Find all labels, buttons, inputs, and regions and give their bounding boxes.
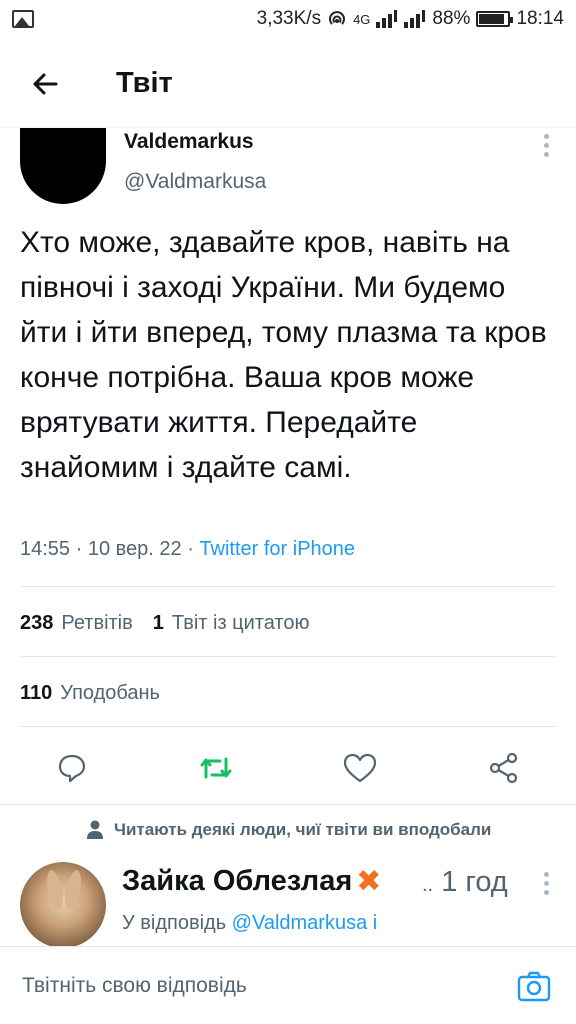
cross-emoji-icon: ✖: [356, 865, 382, 898]
signal-icon-2: [404, 10, 426, 28]
tweet-actions: [0, 738, 576, 798]
person-icon: [87, 820, 103, 839]
battery-icon: [476, 11, 514, 27]
more-options-icon[interactable]: [544, 134, 550, 157]
retweets-link[interactable]: 238 Ретвітів: [20, 612, 133, 635]
reply-to: У відповідь @Valdmarkusa і: [122, 912, 377, 935]
tweet-text: Хто може, здавайте кров, навіть на півно…: [20, 226, 547, 484]
app-header: Твіт: [0, 40, 576, 128]
quotes-count: 1: [152, 612, 164, 634]
back-button[interactable]: [0, 40, 90, 128]
quotes-link[interactable]: 1 Твіт із цитатою: [153, 612, 310, 635]
section-divider: [0, 804, 576, 805]
reply-composer: [0, 946, 576, 1024]
likes-count: 110: [20, 682, 53, 704]
network-speed: 3,33K/s: [256, 8, 322, 29]
share-icon: [489, 752, 518, 784]
reply-button[interactable]: [52, 748, 92, 788]
likes-stats[interactable]: 110 Уподобань: [20, 682, 160, 705]
battery-fill: [479, 14, 505, 24]
author-handle[interactable]: @Valdmarkusa: [124, 170, 266, 194]
reply-author-text: Зайка Облезлая: [122, 865, 353, 897]
signal-icon: [376, 10, 398, 28]
camera-button[interactable]: [514, 966, 554, 1006]
quotes-label: Твіт із цитатою: [171, 612, 310, 634]
author-name[interactable]: Valdemarkus: [124, 130, 254, 154]
reply-time: .. 1 год: [422, 866, 508, 899]
network-type: 4G: [353, 11, 371, 27]
share-button[interactable]: [484, 748, 524, 788]
camera-icon: [517, 971, 551, 1001]
retweet-stats: 238 Ретвітів 1 Твіт із цитатою: [20, 612, 310, 635]
reply-to-prefix: У відповідь: [122, 912, 232, 934]
retweets-label: Ретвітів: [61, 612, 133, 634]
retweet-icon: [200, 757, 232, 779]
tweet-meta: 14:55 · 10 вер. 22 · Twitter for iPhone: [20, 538, 355, 561]
divider: [20, 586, 556, 587]
reply-input[interactable]: [22, 973, 514, 998]
reply-context-text: Читають деякі люди, чиї твіти ви вподоба…: [114, 820, 492, 839]
page-title: Твіт: [116, 67, 173, 99]
tweet-timestamp: 14:55 · 10 вер. 22 ·: [20, 538, 200, 560]
likes-label: Уподобань: [60, 682, 160, 704]
reply-to-handle[interactable]: @Valdmarkusa і: [232, 912, 378, 934]
status-bar: 3,33K/s 4G 88% 18:14: [0, 0, 576, 38]
divider: [20, 656, 556, 657]
reply-context: Читають деякі люди, чиї твіти ви вподоба…: [86, 820, 491, 840]
reply-time-text: 1 год: [441, 866, 508, 898]
image-notification-icon: [12, 10, 34, 28]
heart-icon: [343, 753, 377, 783]
author-avatar[interactable]: [20, 128, 106, 204]
like-button[interactable]: [340, 748, 380, 788]
clock: 18:14: [516, 8, 564, 29]
reply-author-name[interactable]: Зайка Облезлая ✖: [122, 864, 381, 899]
reply-avatar[interactable]: [20, 862, 106, 948]
hotspot-icon: [329, 11, 345, 25]
arrow-left-icon: [33, 73, 58, 94]
battery-percent: 88%: [432, 8, 471, 29]
reply-more-options-icon[interactable]: [544, 872, 550, 895]
retweet-button[interactable]: [196, 748, 236, 788]
retweets-count: 238: [20, 612, 54, 634]
reply-icon: [58, 754, 86, 783]
divider: [20, 726, 556, 727]
reply-truncation: ..: [422, 874, 434, 896]
tweet-source[interactable]: Twitter for iPhone: [199, 538, 355, 560]
